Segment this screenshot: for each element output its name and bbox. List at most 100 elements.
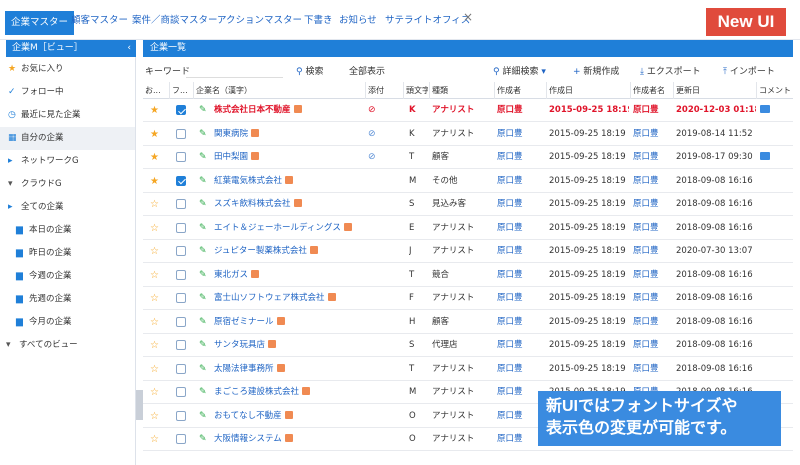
follow-checkbox[interactable] — [176, 434, 186, 444]
company-name[interactable]: 大阪情報システム — [214, 434, 282, 444]
creator-name-cell[interactable]: 原口豊 — [633, 170, 671, 193]
edit-icon[interactable]: ✎ — [199, 358, 209, 381]
edit-icon[interactable]: ✎ — [199, 240, 209, 263]
company-name-cell[interactable]: エイト＆ジェーホールディングス — [214, 217, 364, 240]
favorite-star[interactable]: ☆ — [150, 264, 164, 287]
follow-checkbox[interactable] — [176, 316, 186, 327]
col-creator[interactable]: 作成者 — [494, 82, 544, 99]
creator-name-cell[interactable]: 原口豊 — [633, 123, 671, 146]
favorite-star[interactable]: ☆ — [150, 240, 164, 263]
table-row[interactable]: ★ ✎ 紅葉電気株式会社 M その他 原口豊 2015-09-25 18:19 原口豊 2018… — [143, 170, 793, 193]
edit-icon[interactable]: ✎ — [199, 217, 209, 240]
advanced-search-button[interactable]: ⚲ 詳細検索 ▾ — [493, 64, 546, 77]
show-all-button[interactable]: 全部表示 — [349, 64, 385, 77]
edit-icon[interactable]: ✎ — [199, 264, 209, 287]
follow-checkbox[interactable] — [176, 175, 186, 186]
company-name-cell[interactable]: 太陽法律事務所 — [214, 358, 364, 381]
edit-icon[interactable]: ✎ — [199, 193, 209, 216]
favorite-star[interactable]: ★ — [150, 146, 164, 169]
edit-icon[interactable]: ✎ — [199, 99, 209, 122]
favorite-star[interactable]: ☆ — [150, 311, 164, 334]
creator-cell[interactable]: 原口豊 — [497, 99, 542, 122]
creator-cell[interactable]: 原口豊 — [497, 193, 542, 216]
tab-notices[interactable]: お知らせ — [339, 10, 377, 32]
edit-icon[interactable]: ✎ — [199, 428, 209, 451]
table-row[interactable]: ☆ ✎ 東北ガス T 競合 原口豊 2015-09-25 18:19 原口豊 2018-09-0… — [143, 264, 793, 287]
table-row[interactable]: ★ ✎ 株式会社日本不動産 ⊘ K アナリスト 原口豊 2015-09-25 18:19 原口豊… — [143, 99, 793, 122]
creator-name-cell[interactable]: 原口豊 — [633, 264, 671, 287]
creator-name-cell[interactable]: 原口豊 — [633, 240, 671, 263]
sidebar-collapse-handle[interactable] — [136, 390, 143, 420]
tab-customer-master[interactable]: 顧客マスター — [71, 10, 128, 32]
company-name-cell[interactable]: おもてなし不動産 — [214, 405, 364, 428]
col-updated[interactable]: 更新日 — [673, 82, 755, 99]
favorite-star[interactable]: ☆ — [150, 428, 164, 451]
edit-icon[interactable]: ✎ — [199, 170, 209, 193]
col-creator-name[interactable]: 作成者名 — [630, 82, 672, 99]
company-name-cell[interactable]: まごころ建設株式会社 — [214, 381, 364, 404]
col-kind[interactable]: 種類 — [429, 82, 491, 99]
attachment-cell[interactable]: ⊘ — [368, 123, 388, 146]
attachment-cell[interactable]: ⊘ — [368, 99, 388, 122]
table-row[interactable]: ☆ ✎ 太陽法律事務所 T アナリスト 原口豊 2015-09-25 18:19 原口豊 201… — [143, 358, 793, 381]
company-name-cell[interactable]: サンタ玩具店 — [214, 334, 364, 357]
comment-cell[interactable] — [760, 99, 780, 122]
tab-drafts[interactable]: 下書き — [304, 10, 333, 32]
creator-cell[interactable]: 原口豊 — [497, 405, 542, 428]
creator-cell[interactable]: 原口豊 — [497, 146, 542, 169]
edit-icon[interactable]: ✎ — [199, 334, 209, 357]
favorite-star[interactable]: ★ — [150, 123, 164, 146]
favorite-star[interactable]: ☆ — [150, 381, 164, 404]
edit-icon[interactable]: ✎ — [199, 123, 209, 146]
table-row[interactable]: ★ ✎ 田中梨園 ⊘ T 顧客 原口豊 2015-09-25 18:19 原口豊 2019-08-… — [143, 146, 793, 169]
follow-checkbox[interactable] — [176, 152, 186, 162]
favorite-star[interactable]: ☆ — [150, 193, 164, 216]
follow-checkbox[interactable] — [176, 363, 186, 374]
edit-icon[interactable]: ✎ — [199, 311, 209, 334]
col-company-name[interactable]: 企業名（漢字） — [193, 82, 363, 99]
table-row[interactable]: ★ ✎ 関東病院 ⊘ K アナリスト 原口豊 2015-09-25 18:19 原口豊 2019-… — [143, 123, 793, 146]
col-comment[interactable]: コメント — [756, 82, 793, 99]
table-row[interactable]: ☆ ✎ 原宿ゼミナール H 顧客 原口豊 2015-09-25 18:19 原口豊 2018-0… — [143, 311, 793, 334]
creator-cell[interactable]: 原口豊 — [497, 264, 542, 287]
table-row[interactable]: ☆ ✎ エイト＆ジェーホールディングス E アナリスト 原口豊 2015-09-25 18:… — [143, 217, 793, 240]
sidebar-item-this-month[interactable]: ▆ 今月の企業 — [0, 311, 135, 334]
creator-name-cell[interactable]: 原口豊 — [633, 193, 671, 216]
creator-name-cell[interactable]: 原口豊 — [633, 358, 671, 381]
creator-cell[interactable]: 原口豊 — [497, 334, 542, 357]
sidebar-item-following[interactable]: ✓ フォロー中 — [0, 81, 135, 104]
sidebar-item-today[interactable]: ▆ 本日の企業 — [0, 219, 135, 242]
chevron-left-icon[interactable]: ‹ — [127, 40, 131, 57]
company-name-cell[interactable]: 東北ガス — [214, 264, 364, 287]
sidebar-item-all-companies[interactable]: ▸ 全ての企業 — [0, 196, 135, 219]
tab-satellite-office[interactable]: サテライトオフィス — [385, 10, 470, 32]
company-name-cell[interactable]: 富士山ソフトウェア株式会社 — [214, 287, 364, 310]
creator-cell[interactable]: 原口豊 — [497, 240, 542, 263]
sidebar-item-yesterday[interactable]: ▆ 昨日の企業 — [0, 242, 135, 265]
favorite-star[interactable]: ☆ — [150, 334, 164, 357]
edit-icon[interactable]: ✎ — [199, 381, 209, 404]
company-name[interactable]: 太陽法律事務所 — [214, 364, 274, 374]
favorite-star[interactable]: ★ — [150, 170, 164, 193]
sidebar-item-this-week[interactable]: ▆ 今週の企業 — [0, 265, 135, 288]
tab-company-master[interactable]: 企業マスター — [5, 11, 75, 35]
creator-cell[interactable]: 原口豊 — [497, 358, 542, 381]
follow-checkbox[interactable] — [176, 410, 186, 421]
comment-cell[interactable] — [760, 146, 780, 169]
company-name[interactable]: 田中梨園 — [214, 152, 248, 162]
sidebar-item-recent[interactable]: ◷ 最近に見た企業 — [0, 104, 135, 127]
company-name[interactable]: 東北ガス — [214, 270, 248, 280]
creator-cell[interactable]: 原口豊 — [497, 217, 542, 240]
company-name-cell[interactable]: 関東病院 — [214, 123, 364, 146]
table-row[interactable]: ☆ ✎ サンタ玩具店 S 代理店 原口豊 2015-09-25 18:19 原口豊 2018-0… — [143, 334, 793, 357]
company-name-cell[interactable]: スズキ飲料株式会社 — [214, 193, 364, 216]
company-name[interactable]: エイト＆ジェーホールディングス — [214, 223, 341, 233]
col-favorite[interactable]: お... — [145, 82, 167, 99]
sidebar-item-my-companies[interactable]: ▦ 自分の企業 — [0, 127, 135, 150]
col-follow[interactable]: フ... — [169, 82, 191, 99]
table-row[interactable]: ☆ ✎ スズキ飲料株式会社 S 見込み客 原口豊 2015-09-25 18:19 原口豊 20… — [143, 193, 793, 216]
creator-name-cell[interactable]: 原口豊 — [633, 217, 671, 240]
tab-action-master[interactable]: アクションマスター — [217, 10, 302, 32]
company-name[interactable]: ジュピター製薬株式会社 — [214, 246, 307, 256]
company-name[interactable]: 紅葉電気株式会社 — [214, 176, 282, 186]
